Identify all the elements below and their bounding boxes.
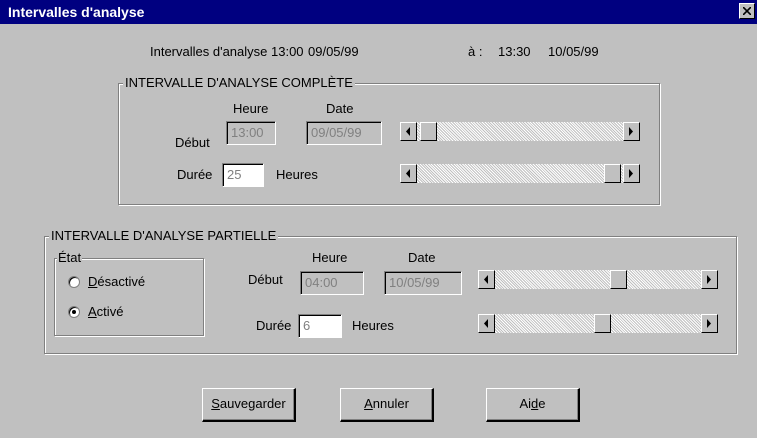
complete-heure-header: Heure <box>233 101 269 116</box>
complete-duree-unit: Heures <box>276 167 318 182</box>
arrow-right-icon <box>707 319 711 328</box>
complete-debut-slider[interactable] <box>400 122 640 141</box>
arrow-left-icon <box>484 275 488 284</box>
scroll-right-button[interactable] <box>701 270 718 289</box>
partial-duree-field[interactable]: 6 <box>298 314 342 338</box>
arrow-left-icon <box>406 127 410 136</box>
partial-date-header: Date <box>408 250 436 265</box>
close-button[interactable] <box>739 3 755 19</box>
complete-duree-label: Durée <box>177 167 213 182</box>
summary-end-time: 13:30 <box>498 44 531 59</box>
scroll-left-button[interactable] <box>400 122 417 141</box>
save-button[interactable]: Sauvegarder <box>202 388 296 422</box>
complete-interval-legend: INTERVALLE D'ANALYSE COMPLÈTE <box>123 75 355 91</box>
etat-legend: État <box>57 250 83 266</box>
arrow-right-icon <box>707 275 711 284</box>
scroll-right-button[interactable] <box>701 314 718 333</box>
summary-to-label: à : <box>468 44 483 59</box>
partial-debut-date-field[interactable]: 10/05/99 <box>384 271 462 295</box>
partial-debut-slider[interactable] <box>478 270 718 289</box>
partial-debut-label: Début <box>248 272 283 287</box>
scroll-left-button[interactable] <box>478 314 495 333</box>
scroll-right-button[interactable] <box>623 122 640 141</box>
summary-label: Intervalles d'analyse 13:00 <box>150 44 304 59</box>
scroll-left-button[interactable] <box>400 164 417 183</box>
slider-thumb[interactable] <box>604 164 621 183</box>
close-icon <box>743 7 751 15</box>
complete-debut-label: Début <box>175 135 210 150</box>
partial-duree-unit: Heures <box>352 318 394 333</box>
arrow-right-icon <box>629 127 633 136</box>
title-bar: Intervalles d'analyse <box>0 0 757 24</box>
complete-duree-field[interactable]: 25 <box>222 163 264 187</box>
scroll-left-button[interactable] <box>478 270 495 289</box>
slider-thumb[interactable] <box>594 314 611 333</box>
slider-thumb[interactable] <box>610 270 627 289</box>
etat-group: État <box>54 250 204 336</box>
scroll-right-button[interactable] <box>623 164 640 183</box>
arrow-right-icon <box>629 169 633 178</box>
radio-desactive-label[interactable]: Désactivé <box>88 274 145 290</box>
complete-debut-heure-field[interactable]: 13:00 <box>226 121 276 145</box>
partial-interval-legend: INTERVALLE D'ANALYSE PARTIELLE <box>49 228 279 244</box>
complete-date-header: Date <box>326 101 354 116</box>
radio-active-label[interactable]: Activé <box>88 304 123 320</box>
arrow-left-icon <box>406 169 410 178</box>
partial-duree-label: Durée <box>256 318 292 333</box>
partial-heure-header: Heure <box>312 250 348 265</box>
partial-debut-heure-field[interactable]: 04:00 <box>300 271 364 295</box>
window-title: Intervalles d'analyse <box>8 4 145 20</box>
complete-duree-slider[interactable] <box>400 164 640 183</box>
complete-debut-date-field[interactable]: 09/05/99 <box>306 121 382 145</box>
slider-thumb[interactable] <box>420 122 437 141</box>
help-button[interactable]: Aide <box>486 388 580 422</box>
summary-start-date: 09/05/99 <box>308 44 359 59</box>
radio-active[interactable] <box>68 306 80 318</box>
radio-selected-dot <box>72 310 76 314</box>
summary-end-date: 10/05/99 <box>548 44 599 59</box>
cancel-button[interactable]: Annuler <box>340 388 434 422</box>
arrow-left-icon <box>484 319 488 328</box>
partial-duree-slider[interactable] <box>478 314 718 333</box>
radio-desactive[interactable] <box>68 276 80 288</box>
